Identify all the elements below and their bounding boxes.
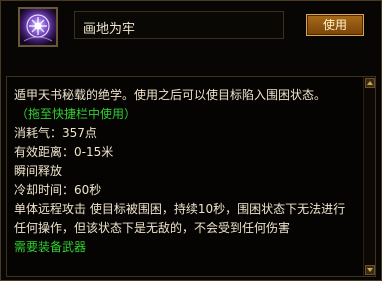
mana-cost: 消耗气：357点: [14, 126, 97, 140]
skill-name: 画地为牢: [83, 22, 136, 37]
scroll-down-arrow-icon[interactable]: [365, 265, 375, 275]
drag-hint: （拖至快捷栏中使用）: [16, 107, 137, 121]
cooldown: 冷却时间：60秒: [14, 183, 102, 197]
range: 有效距离：0-15米: [14, 145, 114, 159]
description-text: 遁甲天书秘载的绝学。使用之后可以使目标陷入围困状态。: [14, 88, 327, 102]
skill-icon[interactable]: [18, 7, 58, 47]
weapon-requirement: 需要装备武器: [14, 240, 87, 254]
effect-text-line-1: 单体远程攻击 使目标被围困，持续10秒，围困状态下无法进行: [14, 202, 346, 216]
purple-sigil-icon: [20, 9, 56, 45]
skill-tooltip: 画地为牢 使用 遁甲天书秘载的绝学。使用之后可以使目标陷入围困状态。 （拖至快捷…: [0, 0, 382, 281]
description-scrollbar[interactable]: [363, 77, 375, 276]
cast-time: 瞬间释放: [14, 164, 63, 178]
use-button[interactable]: 使用: [306, 14, 364, 36]
effect-text-line-2: 任何操作，但该状态下是无敌的，不会受到任何伤害: [14, 221, 291, 235]
skill-name-box: 画地为牢: [74, 11, 284, 39]
tooltip-header: 画地为牢 使用: [1, 1, 382, 51]
scroll-up-arrow-icon[interactable]: [365, 78, 375, 88]
skill-description-panel: 遁甲天书秘载的绝学。使用之后可以使目标陷入围困状态。 （拖至快捷栏中使用） 消耗…: [6, 76, 376, 277]
